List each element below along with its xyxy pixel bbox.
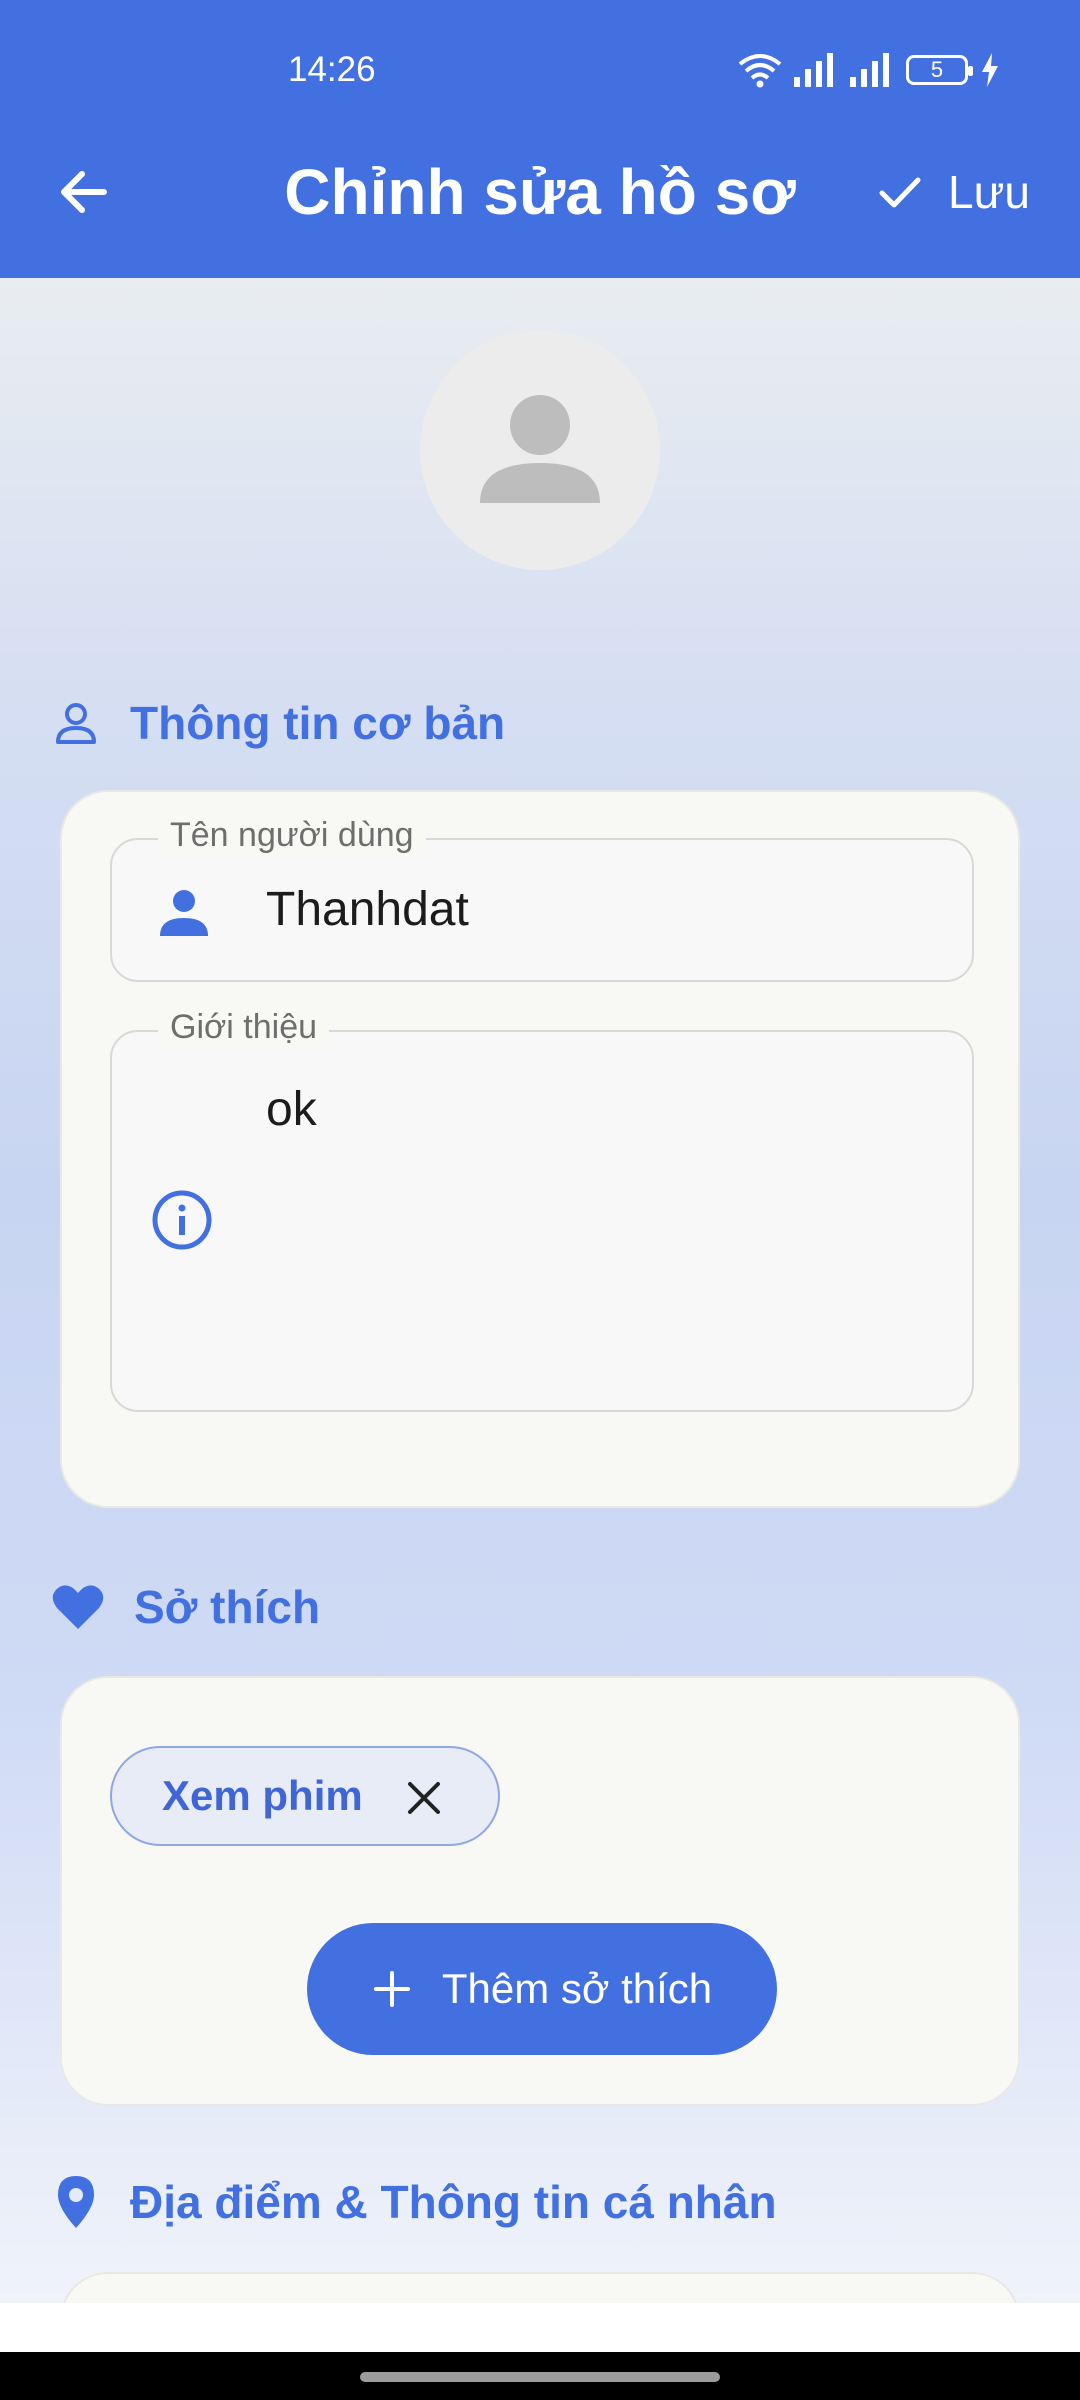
close-icon[interactable] bbox=[404, 1778, 444, 1818]
status-icons: 5 bbox=[738, 50, 1000, 90]
username-label: Tên người dùng bbox=[158, 816, 426, 855]
person-icon bbox=[480, 395, 600, 503]
status-time: 14:26 bbox=[288, 50, 376, 89]
section-title: Sở thích bbox=[134, 1581, 321, 1633]
section-basic-info: Thông tin cơ bản bbox=[52, 696, 505, 750]
battery-level: 5 bbox=[930, 57, 944, 82]
wifi-icon bbox=[738, 54, 782, 88]
username-value: Thanhdat bbox=[266, 883, 469, 936]
add-interest-button[interactable]: Thêm sở thích bbox=[307, 1923, 777, 2055]
charging-icon bbox=[982, 53, 998, 87]
signal-icon bbox=[794, 53, 833, 87]
heart-icon bbox=[52, 1585, 104, 1629]
chip-label: Xem phim bbox=[162, 1772, 363, 1819]
home-indicator[interactable] bbox=[360, 2372, 720, 2382]
avatar[interactable] bbox=[420, 330, 660, 570]
add-interest-label: Thêm sở thích bbox=[441, 1965, 713, 2012]
bio-label: Giới thiệu bbox=[158, 1008, 330, 1047]
check-icon bbox=[879, 177, 921, 208]
location-card bbox=[60, 2272, 1020, 2303]
app-bar: 14:26 5 Chỉnh sửa hồ sơ Lưu bbox=[0, 0, 1080, 278]
location-pin-icon bbox=[58, 2176, 94, 2228]
interests-card: Xem phim Thêm sở thích bbox=[60, 1676, 1020, 2106]
section-interests: Sở thích bbox=[52, 1580, 320, 1634]
section-location: Địa điểm & Thông tin cá nhân bbox=[52, 2174, 777, 2230]
battery-icon: 5 bbox=[906, 55, 973, 85]
interest-chip[interactable]: Xem phim bbox=[110, 1746, 500, 1846]
basic-info-card: Tên người dùng Thanhdat Giới thiệu ok bbox=[60, 790, 1020, 1508]
profile-edit-content[interactable]: Thông tin cơ bản Tên người dùng Thanhdat… bbox=[0, 278, 1080, 2303]
section-title: Địa điểm & Thông tin cá nhân bbox=[130, 2176, 777, 2228]
save-label: Lưu bbox=[948, 166, 1030, 218]
info-icon bbox=[152, 1190, 212, 1250]
bio-field[interactable]: Giới thiệu ok bbox=[110, 1008, 974, 1412]
person-outline-icon bbox=[56, 703, 96, 744]
plus-icon bbox=[373, 1971, 410, 2007]
username-field[interactable]: Tên người dùng Thanhdat bbox=[110, 816, 974, 982]
save-button[interactable]: Lưu bbox=[876, 160, 1030, 224]
signal-icon-2 bbox=[850, 53, 889, 87]
section-title: Thông tin cơ bản bbox=[130, 697, 506, 749]
person-icon bbox=[160, 890, 208, 936]
navigation-bar bbox=[0, 2352, 1080, 2400]
bio-value: ok bbox=[266, 1083, 317, 1136]
